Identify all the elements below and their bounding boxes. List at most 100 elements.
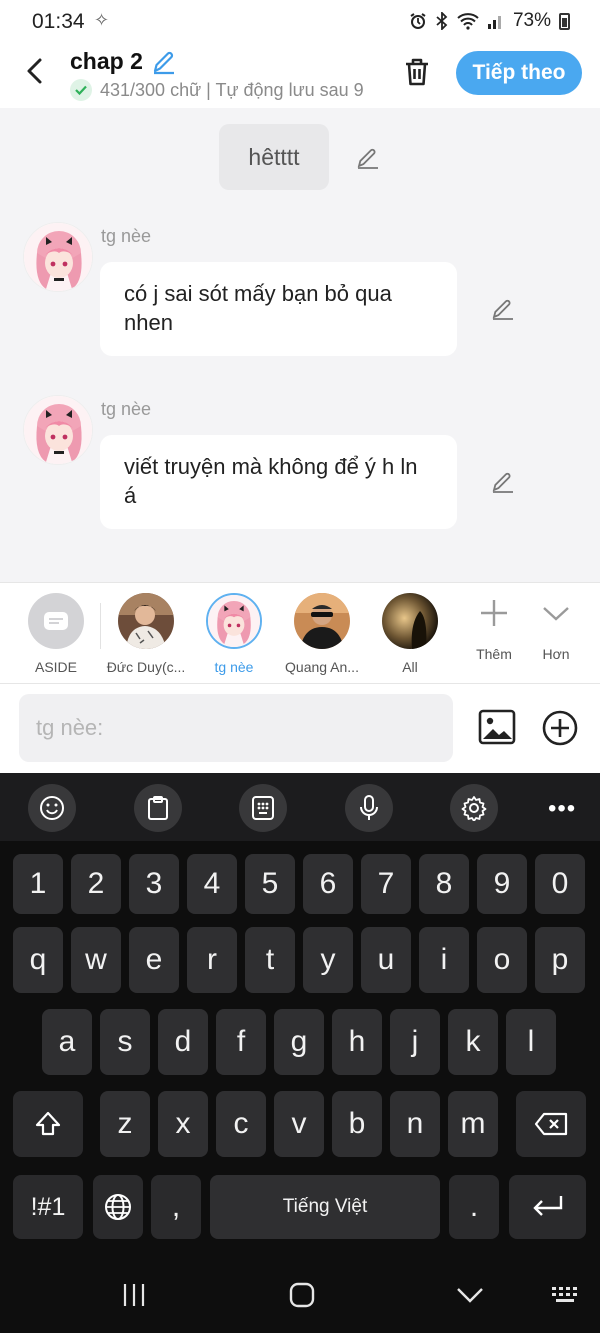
edit-title-icon[interactable] [151,49,177,75]
character-aside[interactable]: ASIDE [16,593,96,675]
chapter-title[interactable]: chap 2 [70,48,143,75]
magic-wand-icon: ✧ [94,10,110,30]
key[interactable]: p [535,927,585,993]
key[interactable]: 5 [245,854,295,914]
character-tg-nee[interactable]: tg nèe [194,593,274,675]
compose-area [0,684,600,773]
status-icons: 73% [409,10,570,32]
divider [100,603,101,649]
key[interactable]: t [245,927,295,993]
key[interactable]: i [419,927,469,993]
key[interactable]: v [274,1091,324,1157]
globe-icon [105,1194,131,1220]
bluetooth-icon [436,12,448,30]
character-quang-an[interactable]: Quang An... [282,593,362,675]
key[interactable]: r [187,927,237,993]
key[interactable]: y [303,927,353,993]
comma-key[interactable]: , [151,1175,201,1239]
plus-icon [481,600,507,626]
key[interactable]: 7 [361,854,411,914]
on-screen-keyboard: ••• 1 2 3 4 5 6 7 8 9 0 q w e r t y u i … [0,773,600,1333]
character-label: tg nèe [214,659,254,675]
key[interactable]: b [332,1091,382,1157]
emoji-icon[interactable] [28,784,76,832]
key[interactable]: x [158,1091,208,1157]
check-icon [70,79,92,101]
add-circle-icon[interactable] [541,709,579,747]
character-label: Quang An... [285,659,359,675]
period-key[interactable]: . [449,1175,499,1239]
key[interactable]: 4 [187,854,237,914]
key[interactable]: a [42,1009,92,1075]
next-button[interactable]: Tiếp theo [456,51,582,95]
keyboard-toolbar: ••• [0,773,600,841]
character-label: ASIDE [34,659,77,675]
signal-icon [487,16,501,29]
key[interactable]: d [158,1009,208,1075]
enter-key[interactable] [509,1175,586,1239]
key[interactable]: m [448,1091,498,1157]
keyboard-switch-icon[interactable] [546,1277,586,1313]
key[interactable]: n [390,1091,440,1157]
image-icon[interactable] [478,709,516,745]
avatar [294,593,350,649]
recent-apps-icon[interactable] [114,1277,154,1313]
key[interactable]: 0 [535,854,585,914]
save-status: 431/300 chữ | Tự động lưu sau 9 [70,79,376,101]
clipboard-icon[interactable] [134,784,182,832]
character-label: Đức Duy(c... [106,659,186,675]
backspace-key[interactable] [516,1091,586,1157]
keypad-icon[interactable] [239,784,287,832]
key[interactable]: g [274,1009,324,1075]
language-key[interactable] [93,1175,143,1239]
more-options-icon[interactable]: ••• [548,795,576,823]
message-bubble[interactable]: viết truyện mà không để ý h ln á [100,435,457,529]
character-duc-duy[interactable]: Đức Duy(c... [106,593,186,675]
space-bar[interactable]: Tiếng Việt [210,1175,440,1239]
key[interactable]: c [216,1091,266,1157]
key[interactable]: 6 [303,854,353,914]
edit-message-icon[interactable] [355,145,381,171]
key[interactable]: 8 [419,854,469,914]
key[interactable]: j [390,1009,440,1075]
avatar-tg-nee [23,222,93,292]
shift-key[interactable] [13,1091,83,1157]
speaker-name: tg nèe [101,399,152,419]
key[interactable]: w [71,927,121,993]
key[interactable]: 1 [13,854,63,914]
trash-icon[interactable] [400,55,434,89]
key[interactable]: 9 [477,854,527,914]
key[interactable]: z [100,1091,150,1157]
message-bubble[interactable]: có j sai sót mấy bạn bỏ qua nhen [100,262,457,356]
editor-header: chap 2 431/300 chữ | Tự động lưu sau 9 T… [0,44,600,108]
message-input[interactable] [19,694,453,762]
key[interactable]: k [448,1009,498,1075]
chevron-down-icon [543,607,569,621]
key[interactable]: l [506,1009,556,1075]
chat-area: hêtttt tg nèe có j sai sót mấy bạn bỏ qu… [0,108,600,582]
shift-icon [35,1111,61,1136]
avatar-tg-nee [23,395,93,465]
expand-label: Hơn [542,646,570,662]
key[interactable]: 3 [129,854,179,914]
key[interactable]: e [129,927,179,993]
hide-keyboard-icon[interactable] [450,1277,490,1313]
character-all[interactable]: All [370,593,450,675]
key[interactable]: s [100,1009,150,1075]
home-icon[interactable] [282,1277,322,1313]
edit-message-icon[interactable] [490,469,516,495]
microphone-icon[interactable] [345,784,393,832]
enter-icon [532,1196,562,1216]
narration-bubble[interactable]: hêtttt [219,124,329,190]
back-arrow-icon[interactable] [22,56,50,86]
key[interactable]: q [13,927,63,993]
key[interactable]: u [361,927,411,993]
key[interactable]: h [332,1009,382,1075]
key[interactable]: f [216,1009,266,1075]
key[interactable]: o [477,927,527,993]
symbols-key[interactable]: !#1 [13,1175,83,1239]
edit-message-icon[interactable] [490,296,516,322]
expand-characters-button[interactable]: Hơn [516,597,596,662]
key[interactable]: 2 [71,854,121,914]
gear-icon[interactable] [450,784,498,832]
